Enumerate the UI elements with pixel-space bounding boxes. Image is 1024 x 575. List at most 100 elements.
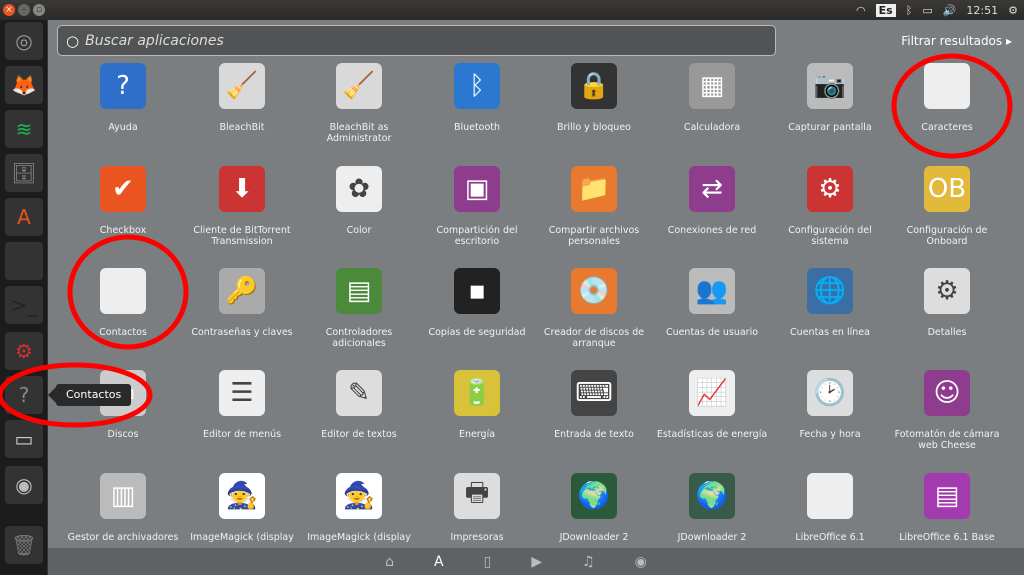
search-box[interactable]: ○ <box>57 25 776 56</box>
app-label: Controladores adicionales <box>325 327 393 349</box>
app-label: Cliente de BitTorrent Transmission <box>193 225 291 247</box>
launcher: ◎ 🦊 ≋ 🗄 A ∿ >_ ⚙? ▭ ◉ 🗑 <box>0 20 48 575</box>
lens-home-icon[interactable]: ⌂ <box>385 554 394 570</box>
launcher-settings[interactable]: ⚙ <box>5 332 43 370</box>
keyboard-layout[interactable]: Es <box>875 3 896 17</box>
search-input[interactable] <box>85 32 726 49</box>
clock[interactable]: 12:51 <box>966 4 998 17</box>
launcher-terminal[interactable]: >_ <box>5 286 43 324</box>
app-icon: ☰ <box>219 370 265 416</box>
launcher-software-center[interactable]: A <box>5 198 43 236</box>
app-tile[interactable]: ? Ayuda <box>64 63 182 133</box>
files-icon: 🗄 <box>11 161 37 185</box>
app-tile[interactable]: 🔒 Brillo y bloqueo <box>535 63 653 133</box>
app-tile[interactable]: 🖶 Impresoras <box>418 473 536 543</box>
terminal-icon: >_ <box>10 293 38 317</box>
app-tile[interactable]: ⬇ Cliente de BitTorrent Transmission <box>183 166 301 247</box>
lens-video-icon[interactable]: ▶ <box>531 554 542 570</box>
launcher-disk[interactable]: ▭ <box>5 420 43 458</box>
app-label: Creador de discos de arranque <box>543 327 645 349</box>
app-tile[interactable]: 👥 Cuentas de usuario <box>653 268 771 338</box>
launcher-system-monitor[interactable]: ∿ <box>5 242 43 280</box>
app-tile[interactable]: 🕑 Fecha y hora <box>771 370 889 440</box>
app-tile[interactable]: ▤ Controladores adicionales <box>300 268 418 349</box>
app-icon: 🔋 <box>454 370 500 416</box>
volume-icon[interactable]: 🔊 <box>943 4 957 17</box>
app-tile[interactable]: ᛒ Bluetooth <box>418 63 536 133</box>
app-tile[interactable]: ✿ Color <box>300 166 418 236</box>
app-tile[interactable]: ⚙ Configuración del sistema <box>771 166 889 247</box>
launcher-contactos[interactable]: ? <box>5 376 43 414</box>
app-tile[interactable]: 🌍 JDownloader 2 <box>653 473 771 543</box>
app-icon <box>924 63 970 109</box>
app-icon: ▣ <box>454 166 500 212</box>
app-icon: 📷 <box>807 63 853 109</box>
app-label: Discos <box>107 429 139 440</box>
app-tile[interactable]: ▥ Gestor de archivadores <box>64 473 182 543</box>
launcher-trash[interactable]: 🗑 <box>5 526 43 564</box>
app-icon: 🧙 <box>219 473 265 519</box>
app-icon: 🔑 <box>219 268 265 314</box>
ubuntu-dash-icon: ◎ <box>15 29 33 53</box>
app-tile[interactable]: ⚙ Detalles <box>888 268 1006 338</box>
app-tile[interactable]: 🔑 Contraseñas y claves <box>183 268 301 338</box>
app-tile[interactable]: 🧙 ImageMagick (display <box>183 473 301 543</box>
app-tile[interactable]: 🧹 BleachBit as Administrator <box>300 63 418 144</box>
app-tile[interactable]: ☰ Editor de menús <box>183 370 301 440</box>
app-tile[interactable]: 📁 Compartir archivos personales <box>535 166 653 247</box>
minimize-icon[interactable]: – <box>18 4 30 16</box>
close-icon[interactable]: × <box>3 4 15 16</box>
launcher-disk-2[interactable]: ◉ <box>5 466 43 504</box>
app-tile[interactable]: 🌐 Cuentas en línea <box>771 268 889 338</box>
app-icon: ✔ <box>100 166 146 212</box>
app-label: Color <box>346 225 372 236</box>
search-icon: ○ <box>66 31 80 50</box>
app-label: Brillo y bloqueo <box>556 122 631 133</box>
app-icon: 👥 <box>689 268 735 314</box>
app-tile[interactable]: 📷 Capturar pantalla <box>771 63 889 133</box>
launcher-spotify[interactable]: ≋ <box>5 110 43 148</box>
app-tile[interactable]: ▪ Copias de seguridad <box>418 268 536 338</box>
app-tile[interactable]: 📈 Estadísticas de energía <box>653 370 771 440</box>
lens-photos-icon[interactable]: ◉ <box>635 554 647 570</box>
disk-icon: ▭ <box>14 427 34 451</box>
lens-music-icon[interactable]: ♫ <box>582 554 595 570</box>
app-icon: OB <box>924 166 970 212</box>
app-icon: 🌐 <box>807 268 853 314</box>
app-icon: ▦ <box>689 63 735 109</box>
app-icon <box>807 473 853 519</box>
app-tile[interactable]: ⇄ Conexiones de red <box>653 166 771 236</box>
battery-icon[interactable]: ▭ <box>922 4 932 17</box>
app-tile[interactable]: 💿 Creador de discos de arranque <box>535 268 653 349</box>
app-tile[interactable]: ✎ Editor de textos <box>300 370 418 440</box>
bluetooth-icon[interactable]: ᛒ <box>906 4 913 17</box>
app-tile[interactable]: OB Configuración de Onboard <box>888 166 1006 247</box>
lens-applications-icon[interactable]: A <box>434 554 444 570</box>
launcher-firefox[interactable]: 🦊 <box>5 66 43 104</box>
app-tile[interactable]: ▣ Compartición del escritorio <box>418 166 536 247</box>
app-tile[interactable]: 🌍 JDownloader 2 <box>535 473 653 543</box>
settings-icon: ⚙ <box>15 339 33 363</box>
app-tile[interactable]: LibreOffice 6.1 <box>771 473 889 543</box>
app-tile[interactable]: ☺ Fotomatón de cámara web Cheese <box>888 370 1006 451</box>
filter-results-button[interactable]: Filtrar resultados ▸ <box>901 34 1012 48</box>
app-tile[interactable]: 🧹 BleachBit <box>183 63 301 133</box>
app-tile[interactable]: 🧙 ImageMagick (display <box>300 473 418 543</box>
maximize-icon[interactable]: ▫ <box>33 4 45 16</box>
app-tile[interactable]: ▤ LibreOffice 6.1 Base <box>888 473 1006 543</box>
power-gear-icon[interactable]: ⚙ <box>1008 4 1018 17</box>
app-tile[interactable]: 🔋 Energía <box>418 370 536 440</box>
app-tile[interactable]: Caracteres <box>888 63 1006 133</box>
lens-files-icon[interactable]: ▯ <box>484 554 492 570</box>
app-tile[interactable]: ⌨ Entrada de texto <box>535 370 653 440</box>
launcher-ubuntu-dash[interactable]: ◎ <box>5 22 43 60</box>
app-label: ImageMagick (display <box>307 532 411 543</box>
launcher-files[interactable]: 🗄 <box>5 154 43 192</box>
app-label: Detalles <box>927 327 967 338</box>
app-tile[interactable]: ✔ Checkbox <box>64 166 182 236</box>
app-label: Fecha y hora <box>799 429 861 440</box>
app-icon: ▪ <box>454 268 500 314</box>
wifi-icon[interactable]: ◠ <box>856 4 866 17</box>
app-tile[interactable]: Contactos <box>64 268 182 338</box>
app-tile[interactable]: ▦ Calculadora <box>653 63 771 133</box>
